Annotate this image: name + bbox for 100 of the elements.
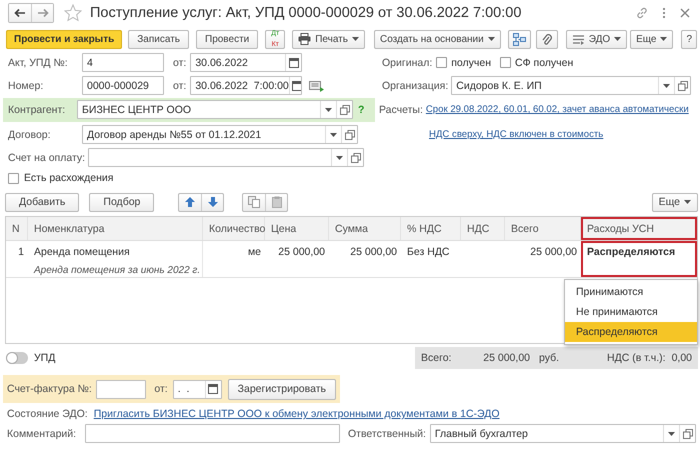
caret-icon (614, 37, 622, 41)
column-header: Количество (203, 217, 265, 240)
table-cell: Распределяются (587, 246, 676, 258)
caret-icon (684, 200, 691, 204)
column-header: Сумма (329, 217, 401, 240)
arrow-left-icon (14, 8, 26, 18)
number-field[interactable]: 4 (82, 53, 164, 72)
checkbox[interactable] (8, 172, 19, 184)
column-header: НДС (461, 217, 505, 240)
calendar-button[interactable] (288, 77, 302, 94)
toggle-switch[interactable] (6, 352, 28, 364)
open-icon (350, 152, 361, 162)
responsible-field[interactable]: Главный бухгалтер (430, 424, 696, 443)
more-button[interactable]: Еще (652, 192, 698, 212)
open-button[interactable] (347, 149, 364, 166)
table-cell: Аренда помещения за июнь 2022 г. (34, 265, 200, 276)
field-label: Контрагент: (8, 104, 66, 116)
open-icon (344, 130, 354, 140)
invite-link[interactable]: Пригласить БИЗНЕС ЦЕНТР ООО к обмену электронными документами в 1С-ЭДО (94, 408, 500, 420)
menu-button[interactable]: Еще (630, 30, 674, 48)
comment-field[interactable] (85, 424, 340, 443)
contract-field[interactable]: Договор аренды №55 от 01.12.2021 (82, 125, 358, 144)
table-button[interactable]: Добавить (5, 192, 80, 212)
caret-icon (668, 432, 675, 436)
clipboard-icon (270, 196, 283, 208)
calendar-button[interactable] (204, 380, 221, 398)
document-list-icon (572, 34, 585, 44)
menu-button[interactable]: ЭДО (566, 30, 628, 48)
table-cell: 25 000,00 (278, 246, 325, 258)
checkbox-label: Есть расхождения (24, 172, 114, 184)
checkbox[interactable] (500, 57, 512, 68)
menu-item[interactable]: Распределяются (565, 322, 697, 342)
column-header: Расходы УСН (581, 217, 697, 240)
caret-icon (352, 37, 359, 41)
menu-button[interactable]: Печать (292, 30, 365, 48)
help-button[interactable]: ? (681, 30, 697, 48)
column-header: Номенклатура (28, 217, 203, 240)
menu-item[interactable]: Принимаются (565, 282, 697, 302)
table-cell: 25 000,00 (530, 246, 577, 258)
arrow-up-icon (185, 197, 196, 207)
open-icon (678, 80, 688, 90)
organization-field[interactable]: Сидоров К. Е. ИП (451, 76, 692, 95)
field-label: Договор: (8, 128, 52, 140)
checkbox-label: СФ получен (515, 56, 574, 68)
calendar-icon (208, 384, 218, 394)
menu-item[interactable]: Не принимаются (565, 302, 697, 322)
copy-icon (248, 196, 260, 208)
field-label: от: (173, 56, 186, 68)
invoice-field[interactable] (88, 148, 364, 167)
date-field[interactable]: 30.06.2022 7:00:00 (190, 76, 302, 95)
field-label: Акт, УПД №: (8, 56, 69, 68)
caret-icon (336, 156, 344, 160)
date-field[interactable]: . . (172, 380, 222, 398)
settlements-link[interactable]: Срок 29.08.2022, 60.01, 60.02, зачет аванса автоматически (426, 104, 689, 115)
table-cell: ме (248, 246, 261, 258)
open-button[interactable] (341, 126, 357, 143)
menu-button[interactable]: Создать на основании (374, 30, 501, 48)
open-button[interactable] (679, 425, 695, 442)
star-icon[interactable] (64, 4, 82, 22)
field-label: Комментарий: (7, 428, 78, 440)
more-icon[interactable] (662, 7, 666, 19)
invoice-number-field[interactable] (96, 380, 146, 398)
toolbar-button[interactable]: Провести (196, 30, 258, 48)
table-cell: 1 (18, 246, 24, 258)
back-button[interactable] (9, 4, 31, 22)
field-label: от: (173, 80, 186, 92)
open-icon (340, 104, 350, 114)
select-document-button[interactable] (309, 80, 326, 92)
checkbox[interactable] (436, 57, 448, 68)
date-field[interactable]: 30.06.2022 (190, 53, 302, 72)
paperclip-icon (542, 32, 552, 46)
counterparty-field[interactable]: БИЗНЕС ЦЕНТР ООО (77, 100, 353, 119)
table-cell: Без НДС (407, 246, 450, 258)
calendar-button[interactable] (285, 54, 302, 71)
toolbar-button[interactable]: Записать (128, 30, 189, 48)
field-label: Счет на оплату: (8, 152, 86, 164)
field-label: Расчеты: (379, 104, 424, 116)
link-icon[interactable] (636, 7, 648, 19)
column-header: Всего (505, 217, 581, 240)
post-and-close-button[interactable]: Провести и закрыть (6, 30, 122, 48)
field-label: Оригинал: (382, 56, 434, 68)
open-icon (682, 428, 692, 438)
total-value: 25 000,00 (482, 352, 530, 364)
structure-button[interactable] (508, 30, 531, 48)
window-title: Поступление услуг: Акт, УПД 0000-000029 от 30.06.2022 7:00:00 (90, 5, 522, 21)
column-header: N (6, 217, 28, 240)
vat-link[interactable]: НДС сверху, НДС включен в стоимость (429, 129, 604, 140)
table-button[interactable]: Подбор (89, 192, 154, 212)
total-label: Всего: (421, 352, 452, 364)
vat-value: 0,00 (672, 352, 692, 364)
open-button[interactable] (336, 101, 352, 118)
table-cell: 25 000,00 (350, 246, 397, 258)
number-field[interactable]: 0000-000029 (82, 76, 164, 95)
close-icon[interactable] (680, 8, 690, 18)
arrow-right-icon (36, 8, 48, 18)
calendar-icon (292, 80, 302, 90)
document-icon (309, 80, 326, 92)
attach-button[interactable] (536, 30, 558, 48)
open-button[interactable] (674, 77, 690, 94)
register-button[interactable]: Зарегистрировать (228, 378, 336, 400)
